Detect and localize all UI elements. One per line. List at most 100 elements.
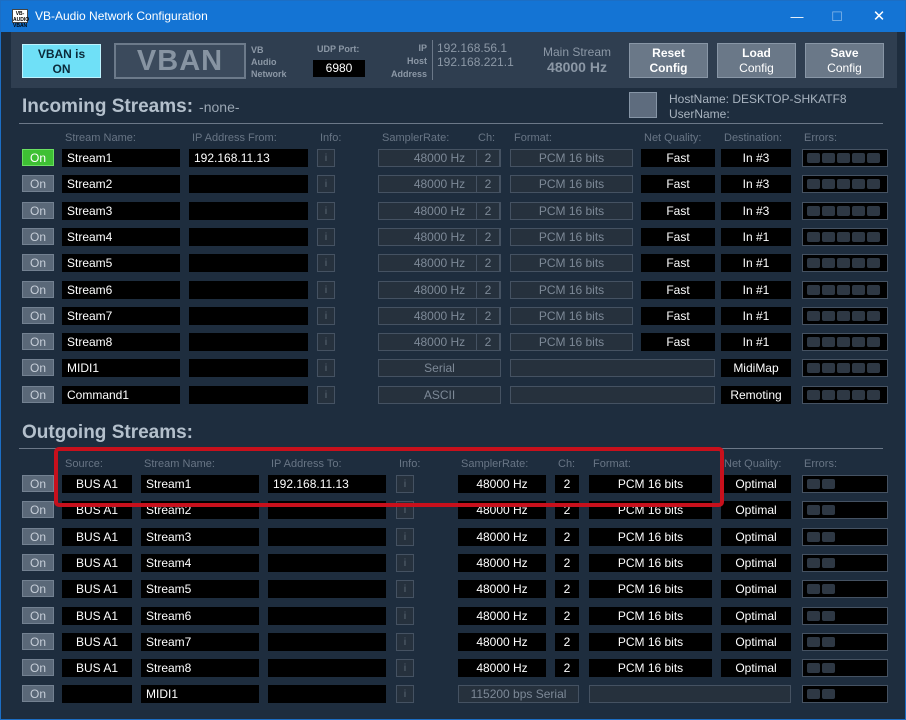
outgoing-stream-name-field[interactable]: Stream3: [141, 528, 259, 546]
outgoing-on-toggle[interactable]: On: [22, 475, 54, 492]
outgoing-on-toggle[interactable]: On: [22, 554, 54, 571]
maximize-button[interactable]: ☐: [815, 1, 859, 32]
outgoing-info-button[interactable]: i: [396, 685, 414, 703]
outgoing-samplerate-select[interactable]: 48000 Hz: [458, 659, 546, 677]
incoming-net-quality-select[interactable]: Fast: [641, 281, 715, 299]
incoming-net-quality-select[interactable]: Fast: [641, 228, 715, 246]
outgoing-samplerate-select[interactable]: 48000 Hz: [458, 528, 546, 546]
outgoing-samplerate-select[interactable]: 48000 Hz: [458, 580, 546, 598]
incoming-info-button[interactable]: i: [317, 254, 335, 272]
incoming-stream-name-field[interactable]: MIDI1: [62, 359, 180, 377]
incoming-info-button[interactable]: i: [317, 281, 335, 299]
outgoing-format-select[interactable]: PCM 16 bits: [589, 554, 712, 572]
incoming-ip-field[interactable]: [189, 281, 308, 299]
outgoing-source-select[interactable]: BUS A1: [62, 633, 132, 651]
outgoing-samplerate-select[interactable]: 48000 Hz: [458, 633, 546, 651]
outgoing-on-toggle[interactable]: On: [22, 659, 54, 676]
outgoing-on-toggle[interactable]: On: [22, 501, 54, 518]
outgoing-format-select[interactable]: PCM 16 bits: [589, 607, 712, 625]
incoming-destination-select[interactable]: In #1: [721, 307, 791, 325]
outgoing-ip-field[interactable]: [268, 685, 386, 703]
outgoing-info-button[interactable]: i: [396, 528, 414, 546]
incoming-info-button[interactable]: i: [317, 202, 335, 220]
outgoing-ip-field[interactable]: [268, 528, 386, 546]
incoming-on-toggle[interactable]: On: [22, 386, 54, 403]
outgoing-info-button[interactable]: i: [396, 554, 414, 572]
incoming-destination-select[interactable]: In #1: [721, 333, 791, 351]
incoming-on-toggle[interactable]: On: [22, 359, 54, 376]
incoming-destination-select[interactable]: In #3: [721, 149, 791, 167]
incoming-info-button[interactable]: i: [317, 175, 335, 193]
incoming-stream-name-field[interactable]: Stream6: [62, 281, 180, 299]
incoming-stream-name-field[interactable]: Stream1: [62, 149, 180, 167]
incoming-stream-name-field[interactable]: Stream4: [62, 228, 180, 246]
outgoing-source-select[interactable]: BUS A1: [62, 554, 132, 572]
outgoing-source-select[interactable]: [62, 685, 132, 703]
incoming-net-quality-select[interactable]: Fast: [641, 175, 715, 193]
incoming-info-button[interactable]: i: [317, 386, 335, 404]
incoming-stream-name-field[interactable]: Stream8: [62, 333, 180, 351]
incoming-destination-select[interactable]: MidiMap: [721, 359, 791, 377]
incoming-net-quality-select[interactable]: Fast: [641, 333, 715, 351]
udp-port-field[interactable]: 6980: [313, 60, 365, 77]
outgoing-ip-field[interactable]: [268, 554, 386, 572]
incoming-on-toggle[interactable]: On: [22, 333, 54, 350]
incoming-ip-field[interactable]: [189, 254, 308, 272]
outgoing-net-quality-select[interactable]: Optimal: [721, 501, 791, 519]
outgoing-format-select[interactable]: PCM 16 bits: [589, 580, 712, 598]
incoming-destination-select[interactable]: In #1: [721, 254, 791, 272]
incoming-net-quality-select[interactable]: Fast: [641, 254, 715, 272]
outgoing-channels-select[interactable]: 2: [555, 607, 579, 625]
incoming-info-button[interactable]: i: [317, 228, 335, 246]
outgoing-info-button[interactable]: i: [396, 659, 414, 677]
outgoing-ip-field[interactable]: [268, 580, 386, 598]
incoming-on-toggle[interactable]: On: [22, 175, 54, 192]
outgoing-channels-select[interactable]: 2: [555, 528, 579, 546]
incoming-ip-field[interactable]: [189, 202, 308, 220]
outgoing-source-select[interactable]: BUS A1: [62, 659, 132, 677]
outgoing-on-toggle[interactable]: On: [22, 580, 54, 597]
outgoing-net-quality-select[interactable]: Optimal: [721, 554, 791, 572]
save-config-button[interactable]: Save Config: [805, 43, 884, 78]
incoming-ip-field[interactable]: [189, 175, 308, 193]
outgoing-info-button[interactable]: i: [396, 580, 414, 598]
incoming-destination-select[interactable]: In #1: [721, 281, 791, 299]
incoming-ip-field[interactable]: [189, 228, 308, 246]
incoming-on-toggle[interactable]: On: [22, 202, 54, 219]
outgoing-net-quality-select[interactable]: Optimal: [721, 580, 791, 598]
incoming-stream-name-field[interactable]: Command1: [62, 386, 180, 404]
incoming-stream-name-field[interactable]: Stream3: [62, 202, 180, 220]
outgoing-net-quality-select[interactable]: Optimal: [721, 659, 791, 677]
vban-on-toggle[interactable]: VBAN is ON: [22, 44, 101, 78]
outgoing-source-select[interactable]: BUS A1: [62, 607, 132, 625]
close-button[interactable]: ✕: [857, 1, 901, 32]
outgoing-stream-name-field[interactable]: MIDI1: [141, 685, 259, 703]
outgoing-format-select[interactable]: PCM 16 bits: [589, 659, 712, 677]
incoming-destination-select[interactable]: In #3: [721, 202, 791, 220]
outgoing-channels-select[interactable]: 2: [555, 659, 579, 677]
incoming-ip-field[interactable]: 192.168.11.13: [189, 149, 308, 167]
outgoing-on-toggle[interactable]: On: [22, 685, 54, 702]
incoming-info-button[interactable]: i: [317, 149, 335, 167]
title-bar[interactable]: VB-AUDIO VBAN VB-Audio Network Configura…: [1, 1, 905, 32]
load-config-button[interactable]: Load Config: [717, 43, 796, 78]
outgoing-stream-name-field[interactable]: Stream5: [141, 580, 259, 598]
outgoing-ip-field[interactable]: [268, 659, 386, 677]
incoming-info-button[interactable]: i: [317, 359, 335, 377]
outgoing-channels-select[interactable]: 2: [555, 580, 579, 598]
incoming-info-button[interactable]: i: [317, 307, 335, 325]
incoming-ip-field[interactable]: [189, 386, 308, 404]
reset-config-button[interactable]: Reset Config: [629, 43, 708, 78]
outgoing-format-select[interactable]: PCM 16 bits: [589, 633, 712, 651]
incoming-on-toggle[interactable]: On: [22, 149, 54, 166]
outgoing-on-toggle[interactable]: On: [22, 607, 54, 624]
outgoing-on-toggle[interactable]: On: [22, 633, 54, 650]
incoming-net-quality-select[interactable]: Fast: [641, 307, 715, 325]
incoming-on-toggle[interactable]: On: [22, 228, 54, 245]
outgoing-net-quality-select[interactable]: Optimal: [721, 475, 791, 493]
minimize-button[interactable]: —: [775, 1, 819, 32]
outgoing-stream-name-field[interactable]: Stream4: [141, 554, 259, 572]
outgoing-stream-name-field[interactable]: Stream6: [141, 607, 259, 625]
incoming-destination-select[interactable]: In #1: [721, 228, 791, 246]
incoming-on-toggle[interactable]: On: [22, 254, 54, 271]
